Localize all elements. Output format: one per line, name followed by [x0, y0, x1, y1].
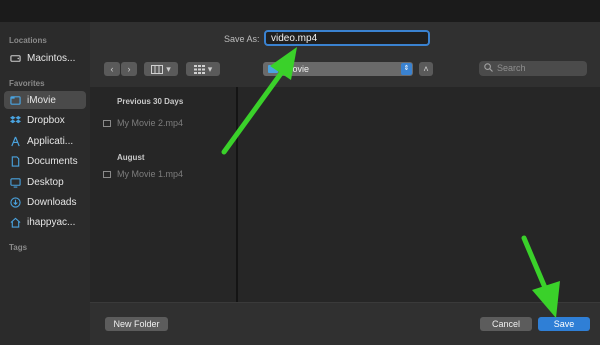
- footer-separator: [90, 302, 600, 303]
- new-folder-button[interactable]: New Folder: [105, 317, 168, 331]
- document-icon: [11, 155, 20, 167]
- file-name: My Movie 1.mp4: [117, 169, 184, 179]
- collapse-button[interactable]: ˄: [419, 62, 433, 76]
- chevron-down-icon: ▾: [207, 63, 213, 74]
- folder-icon: [268, 65, 278, 73]
- sidebar-item-home[interactable]: ihappyac...: [4, 213, 86, 231]
- save-dialog: Save As: ‹ › ▾ ▾ iMovie ⇕ ˄ Search Previ…: [90, 22, 600, 345]
- hard-drive-icon: [10, 54, 21, 62]
- chevron-down-icon: ▾: [166, 63, 171, 74]
- preview-column: [238, 87, 600, 302]
- sidebar-item-label: Downloads: [27, 196, 77, 208]
- location-name: iMovie: [283, 64, 310, 74]
- sidebar-item-desktop[interactable]: Desktop: [4, 173, 86, 191]
- movie-file-icon: [103, 119, 111, 127]
- view-mode-button[interactable]: ▾: [144, 62, 178, 76]
- file-column: Previous 30 Days My Movie 2.mp4 August M…: [90, 87, 236, 302]
- group-header: Previous 30 Days: [117, 97, 184, 106]
- up-down-chevron-icon: ⇕: [401, 63, 412, 75]
- chevron-left-icon: ‹: [110, 64, 114, 74]
- location-popup[interactable]: iMovie ⇕: [263, 62, 413, 76]
- save-as-label: Save As:: [224, 34, 260, 44]
- file-browser: Previous 30 Days My Movie 2.mp4 August M…: [90, 87, 600, 302]
- filename-input[interactable]: [264, 30, 430, 46]
- back-button[interactable]: ‹: [104, 62, 120, 76]
- sidebar-header-locations: Locations: [9, 36, 47, 45]
- group-header: August: [117, 153, 145, 162]
- home-icon: [10, 217, 21, 228]
- search-field[interactable]: Search: [479, 61, 587, 76]
- sidebar-item-label: Applicati...: [27, 135, 74, 147]
- file-item[interactable]: My Movie 2.mp4: [103, 118, 183, 128]
- cancel-button[interactable]: Cancel: [480, 317, 532, 331]
- columns-view-icon: [151, 64, 164, 74]
- forward-button[interactable]: ›: [121, 62, 137, 76]
- sidebar: Locations Macintos... Favorites iMovie D…: [0, 22, 90, 345]
- file-item[interactable]: My Movie 1.mp4: [103, 169, 183, 179]
- sidebar-item-imovie[interactable]: iMovie: [4, 91, 86, 109]
- downloads-icon: [10, 196, 21, 208]
- group-by-button[interactable]: ▾: [186, 62, 220, 76]
- sidebar-item-label: Macintos...: [27, 52, 76, 64]
- desktop-icon: [10, 177, 21, 188]
- sidebar-item-label: iMovie: [27, 94, 56, 106]
- chevron-up-icon: ˄: [423, 64, 429, 74]
- sidebar-item-label: Documents: [27, 155, 78, 167]
- sidebar-item-label: ihappyac...: [27, 216, 76, 228]
- chevron-right-icon: ›: [127, 64, 131, 74]
- sidebar-item-label: Dropbox: [27, 114, 65, 126]
- applications-icon: [11, 136, 20, 146]
- sidebar-item-applications[interactable]: Applicati...: [4, 132, 86, 150]
- sidebar-header-tags: Tags: [9, 243, 28, 252]
- sidebar-item-downloads[interactable]: Downloads: [4, 193, 86, 211]
- save-button[interactable]: Save: [538, 317, 590, 331]
- search-icon: [484, 63, 493, 74]
- sidebar-item-dropbox[interactable]: Dropbox: [4, 111, 86, 129]
- dropbox-icon: [10, 115, 21, 123]
- title-strip: [0, 0, 600, 22]
- sidebar-item-macintosh[interactable]: Macintos...: [4, 49, 86, 67]
- sidebar-item-label: Desktop: [27, 176, 64, 188]
- sidebar-item-documents[interactable]: Documents: [4, 152, 86, 170]
- grid-icon: [193, 64, 205, 74]
- search-placeholder: Search: [497, 63, 526, 73]
- movie-file-icon: [103, 170, 111, 178]
- imovie-folder-icon: [10, 95, 21, 105]
- sidebar-header-favorites: Favorites: [9, 79, 45, 88]
- file-name: My Movie 2.mp4: [117, 118, 184, 128]
